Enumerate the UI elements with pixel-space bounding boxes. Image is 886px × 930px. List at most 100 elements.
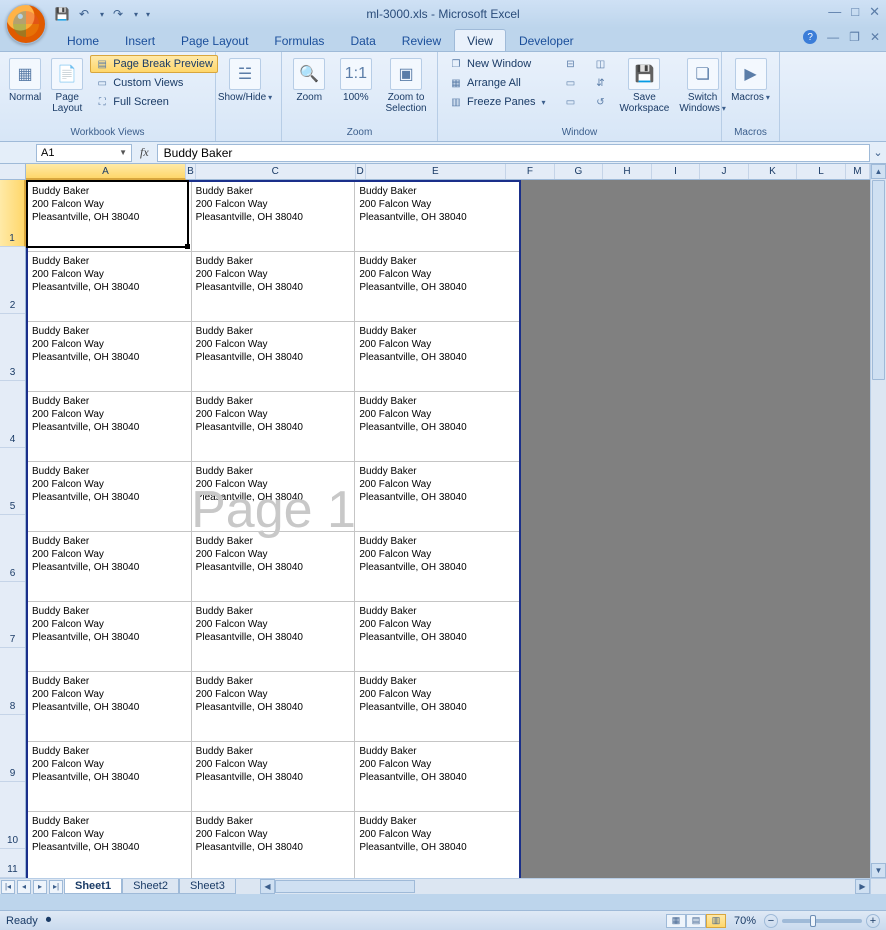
expand-formula-bar-icon[interactable]: ⌄ [870,146,886,159]
column-header[interactable]: F [506,164,555,179]
sheet-tab[interactable]: Sheet3 [179,879,236,894]
cell[interactable]: Buddy Baker 200 Falcon Way Pleasantville… [355,672,519,741]
cell[interactable]: Buddy Baker 200 Falcon Way Pleasantville… [192,602,356,671]
cell[interactable]: Buddy Baker 200 Falcon Way Pleasantville… [28,672,192,741]
scroll-thumb[interactable] [872,180,885,380]
cell[interactable]: Buddy Baker 200 Falcon Way Pleasantville… [192,252,356,321]
cell[interactable]: Buddy Baker 200 Falcon Way Pleasantville… [28,392,192,461]
row-header[interactable]: 11 [0,849,25,878]
freeze-panes-button[interactable]: ▥Freeze Panes▾ [444,93,551,111]
prev-sheet-button[interactable]: ◂ [17,880,31,894]
reset-pos-button[interactable]: ↺ [589,93,613,111]
row-header[interactable]: 3 [0,314,25,381]
cell[interactable]: Buddy Baker 200 Falcon Way Pleasantville… [28,322,192,391]
grid[interactable]: Buddy Baker 200 Falcon Way Pleasantville… [26,180,870,878]
cell[interactable]: Buddy Baker 200 Falcon Way Pleasantville… [355,322,519,391]
row-header[interactable]: 5 [0,448,25,515]
column-header[interactable]: C [196,164,356,179]
mdi-minimize-button[interactable]: — [827,30,839,44]
show-hide-button[interactable]: ☱Show/Hide▾ [222,55,268,106]
sheet-tab[interactable]: Sheet2 [122,879,179,894]
page-break-preview-button[interactable]: ▤Page Break Preview [90,55,218,73]
cell[interactable]: Buddy Baker 200 Falcon Way Pleasantville… [355,602,519,671]
macros-button[interactable]: ▶Macros▾ [728,55,773,106]
zoom-button[interactable]: 🔍Zoom [288,55,331,106]
row-header[interactable]: 6 [0,515,25,582]
zoom-track[interactable] [782,919,862,923]
cell[interactable]: Buddy Baker 200 Falcon Way Pleasantville… [192,322,356,391]
full-screen-button[interactable]: ⛶Full Screen [90,93,218,111]
save-workspace-button[interactable]: 💾Save Workspace [617,55,673,117]
column-header[interactable]: H [603,164,652,179]
fx-icon[interactable]: fx [140,145,149,160]
cell[interactable]: Buddy Baker 200 Falcon Way Pleasantville… [355,252,519,321]
cell[interactable]: Buddy Baker 200 Falcon Way Pleasantville… [355,812,519,878]
row-header[interactable]: 4 [0,381,25,448]
scroll-left-icon[interactable]: ◀ [260,879,275,894]
hide-button[interactable]: ▭ [559,74,583,92]
page-layout-button[interactable]: 📄Page Layout [48,55,86,117]
help-icon[interactable]: ? [803,30,817,44]
chevron-down-icon[interactable]: ▼ [119,148,127,157]
row-header[interactable]: 1 [0,180,26,247]
page-layout-shortcut[interactable]: ▤ [686,914,706,928]
custom-views-button[interactable]: ▭Custom Views [90,74,218,92]
cell[interactable]: Buddy Baker 200 Falcon Way Pleasantville… [28,532,192,601]
cell[interactable]: Buddy Baker 200 Falcon Way Pleasantville… [28,182,192,251]
horizontal-scrollbar[interactable]: ◀ ▶ [260,878,870,894]
macro-record-icon[interactable]: ⏺ [46,914,52,927]
unhide-button[interactable]: ▭ [559,93,583,111]
tab-home[interactable]: Home [54,29,112,51]
arrange-all-button[interactable]: ▦Arrange All [444,74,551,92]
scroll-down-icon[interactable]: ▼ [871,863,886,878]
cell[interactable]: Buddy Baker 200 Falcon Way Pleasantville… [355,392,519,461]
name-box[interactable]: A1▼ [36,144,132,162]
cell[interactable]: Buddy Baker 200 Falcon Way Pleasantville… [192,182,356,251]
tab-formulas[interactable]: Formulas [261,29,337,51]
cell[interactable]: Buddy Baker 200 Falcon Way Pleasantville… [192,742,356,811]
close-button[interactable]: ✕ [869,4,880,20]
cell[interactable]: Buddy Baker 200 Falcon Way Pleasantville… [355,532,519,601]
sheet-tab[interactable]: Sheet1 [64,879,122,894]
chevron-down-icon[interactable]: ▾ [134,10,138,19]
tab-review[interactable]: Review [389,29,454,51]
column-header[interactable]: B [186,164,196,179]
normal-view-button[interactable]: ▦Normal [6,55,44,106]
row-header[interactable]: 2 [0,247,25,314]
tab-view[interactable]: View [454,29,506,51]
cell[interactable]: Buddy Baker 200 Falcon Way Pleasantville… [28,252,192,321]
tab-insert[interactable]: Insert [112,29,168,51]
tab-page-layout[interactable]: Page Layout [168,29,261,51]
save-icon[interactable]: 💾 [54,6,70,22]
cell[interactable]: Buddy Baker 200 Falcon Way Pleasantville… [355,742,519,811]
split-button[interactable]: ⊟ [559,55,583,73]
zoom-out-button[interactable]: − [764,914,778,928]
row-header[interactable]: 10 [0,782,25,849]
column-header[interactable]: G [555,164,604,179]
tab-developer[interactable]: Developer [506,29,587,51]
zoom-in-button[interactable]: + [866,914,880,928]
column-header[interactable]: I [652,164,701,179]
mdi-close-button[interactable]: ✕ [870,30,880,44]
side-by-side-button[interactable]: ◫ [589,55,613,73]
office-button[interactable] [6,4,46,44]
cell[interactable]: Buddy Baker 200 Falcon Way Pleasantville… [355,462,519,531]
redo-icon[interactable]: ↷ [110,6,126,22]
formula-input[interactable]: Buddy Baker [157,144,870,162]
resize-grip[interactable] [870,878,886,894]
select-all-button[interactable] [0,164,26,180]
cell[interactable]: Buddy Baker 200 Falcon Way Pleasantville… [192,532,356,601]
column-header[interactable]: E [366,164,507,179]
undo-icon[interactable]: ↶ [76,6,92,22]
scroll-thumb[interactable] [275,880,415,893]
page-break-shortcut[interactable]: ▥ [706,914,726,928]
cell[interactable]: Buddy Baker 200 Falcon Way Pleasantville… [192,672,356,741]
zoom-selection-button[interactable]: ▣Zoom to Selection [381,55,431,117]
cell[interactable]: Buddy Baker 200 Falcon Way Pleasantville… [192,462,356,531]
column-header[interactable]: A [26,164,186,180]
cell[interactable]: Buddy Baker 200 Falcon Way Pleasantville… [28,602,192,671]
minimize-button[interactable]: — [828,4,841,20]
cell[interactable]: Buddy Baker 200 Falcon Way Pleasantville… [192,812,356,878]
cell[interactable]: Buddy Baker 200 Falcon Way Pleasantville… [355,182,519,251]
chevron-down-icon[interactable]: ▾ [100,10,104,19]
